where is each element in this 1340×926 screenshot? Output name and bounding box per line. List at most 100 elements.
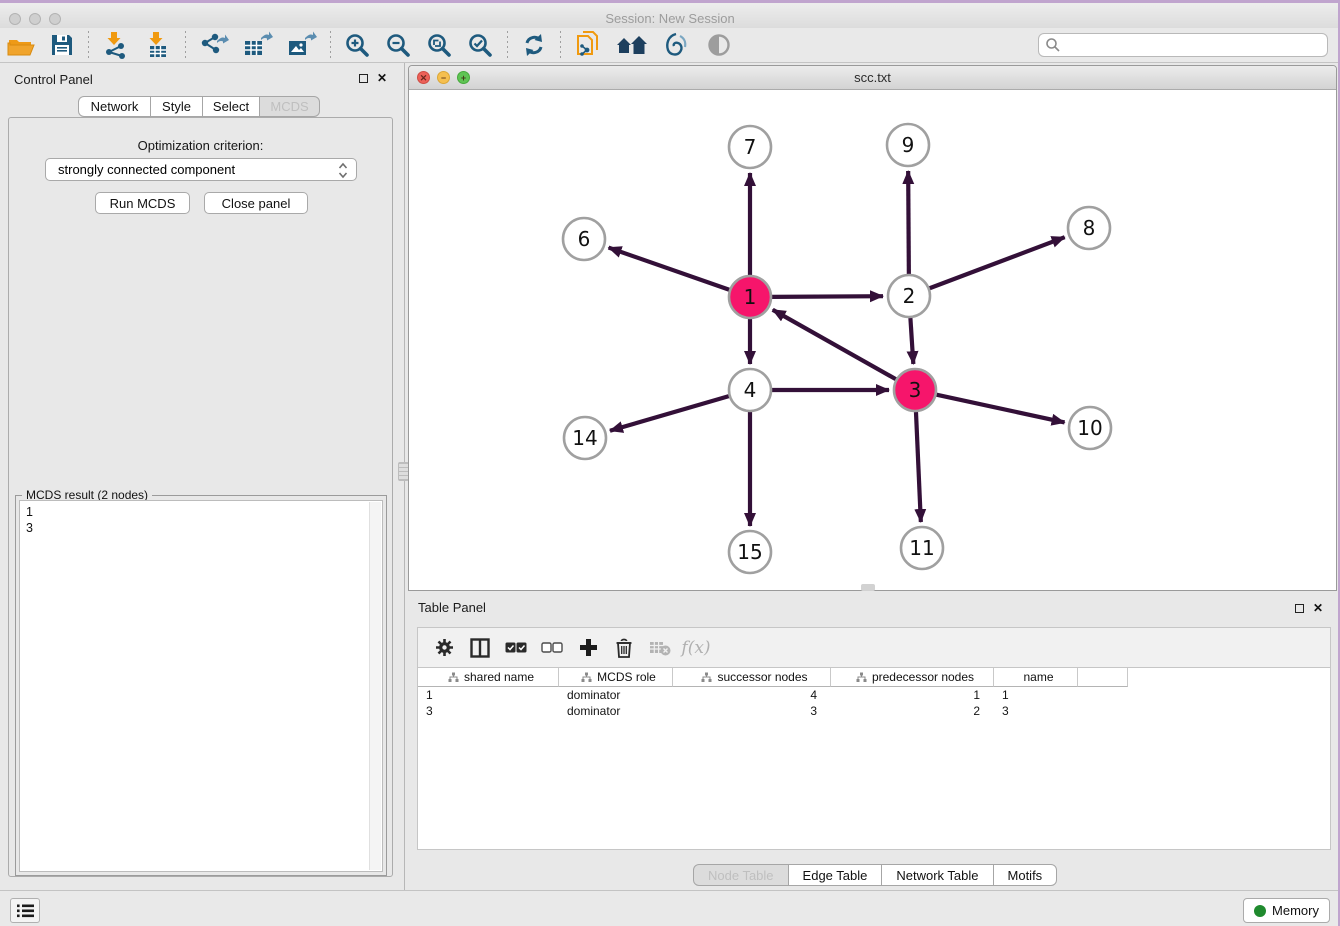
export-network-button[interactable] — [192, 30, 236, 60]
toolbar-separator — [88, 31, 89, 59]
apply-style-button[interactable] — [655, 30, 697, 60]
import-table-button[interactable] — [137, 30, 179, 60]
tab-motifs[interactable]: Motifs — [993, 864, 1058, 886]
edge-2-9[interactable] — [908, 171, 909, 274]
zoom-in-icon — [344, 32, 371, 59]
table-cell[interactable]: 1 — [418, 688, 559, 702]
tab-node-table[interactable]: Node Table — [693, 864, 789, 886]
search-input[interactable] — [1066, 38, 1321, 53]
unselect-all-button[interactable] — [536, 632, 568, 664]
float-table-panel-icon[interactable] — [1295, 604, 1304, 613]
network-window-titlebar[interactable]: ✕ − + scc.txt — [409, 66, 1336, 90]
node-label-7: 7 — [744, 135, 757, 159]
control-panel-tabs: Network Style Select MCDS — [78, 96, 320, 117]
column-type-icon — [856, 672, 867, 683]
table-row[interactable]: 1dominator411 — [418, 687, 1330, 703]
tab-style[interactable]: Style — [150, 96, 203, 117]
delete-row-button[interactable] — [608, 632, 640, 664]
column-header-predecessor-nodes[interactable]: predecessor nodes — [831, 668, 994, 687]
zoom-out-button[interactable] — [378, 30, 419, 60]
clone-network-icon — [574, 30, 602, 60]
tab-network-table[interactable]: Network Table — [881, 864, 993, 886]
export-image-button[interactable] — [280, 30, 324, 60]
show-hide-graphics-button[interactable] — [697, 30, 741, 60]
tab-edge-table[interactable]: Edge Table — [788, 864, 883, 886]
table-cell[interactable]: 1 — [994, 688, 1078, 702]
refresh-icon — [521, 32, 547, 58]
function-builder-button[interactable]: f(x) — [680, 632, 712, 664]
export-table-button[interactable] — [236, 30, 280, 60]
column-type-icon — [581, 672, 592, 683]
clone-network-button[interactable] — [567, 30, 609, 60]
zoom-selected-icon — [467, 32, 494, 59]
zoom-out-icon — [385, 32, 412, 59]
tab-select[interactable]: Select — [202, 96, 260, 117]
table-options-button[interactable] — [428, 632, 460, 664]
node-label-14: 14 — [572, 426, 597, 450]
home-button[interactable] — [609, 30, 655, 60]
import-table-icon — [144, 31, 172, 59]
table-cell[interactable]: dominator — [559, 688, 673, 702]
toolbar-separator — [330, 31, 331, 59]
tab-network[interactable]: Network — [78, 96, 151, 117]
table-row[interactable]: 3dominator323 — [418, 703, 1330, 719]
edge-3-1[interactable] — [773, 310, 896, 379]
table-cell[interactable]: 1 — [831, 688, 994, 702]
node-label-15: 15 — [737, 540, 762, 564]
edge-2-8[interactable] — [930, 237, 1065, 288]
table-cell[interactable]: dominator — [559, 704, 673, 718]
close-panel-button[interactable]: Close panel — [204, 192, 308, 214]
open-session-button[interactable] — [0, 30, 42, 60]
float-panel-icon[interactable] — [359, 74, 368, 83]
table-cell[interactable]: 4 — [673, 688, 831, 702]
column-header-MCDS-role[interactable]: MCDS role — [559, 668, 673, 687]
column-header-shared-name[interactable]: shared name — [418, 668, 559, 687]
tab-mcds[interactable]: MCDS — [259, 96, 320, 117]
zoom-fit-button[interactable] — [419, 30, 460, 60]
node-label-2: 2 — [903, 284, 916, 308]
mcds-result-list[interactable]: 1 3 — [19, 500, 383, 872]
edge-2-3[interactable] — [910, 318, 913, 364]
edge-4-14[interactable] — [610, 396, 729, 431]
edge-3-10[interactable] — [936, 395, 1064, 423]
run-mcds-button[interactable]: Run MCDS — [95, 192, 190, 214]
task-history-button[interactable] — [10, 898, 40, 923]
style-brush-icon — [662, 32, 690, 58]
edge-1-6[interactable] — [609, 248, 730, 290]
table-cell[interactable]: 3 — [418, 704, 559, 718]
zoom-in-button[interactable] — [337, 30, 378, 60]
search-icon — [1045, 37, 1061, 53]
fx-icon: f(x) — [681, 638, 710, 658]
add-row-button[interactable] — [572, 632, 604, 664]
close-panel-icon[interactable]: ✕ — [377, 71, 387, 85]
node-label-1: 1 — [744, 285, 757, 309]
edge-1-2[interactable] — [772, 296, 883, 297]
canvas-grip[interactable] — [861, 584, 875, 591]
main-toolbar — [0, 28, 1340, 63]
table-cell[interactable]: 3 — [673, 704, 831, 718]
import-network-icon — [102, 31, 130, 59]
save-session-button[interactable] — [42, 30, 82, 60]
delete-table-button[interactable] — [644, 632, 676, 664]
select-all-button[interactable] — [500, 632, 532, 664]
open-folder-icon — [7, 32, 35, 58]
column-header-successor-nodes[interactable]: successor nodes — [673, 668, 831, 687]
scrollbar-track[interactable] — [369, 502, 381, 870]
toolbar-separator — [560, 31, 561, 59]
refresh-button[interactable] — [514, 30, 554, 60]
table-cell[interactable]: 3 — [994, 704, 1078, 718]
close-table-panel-icon[interactable]: ✕ — [1313, 601, 1323, 615]
network-window-title: scc.txt — [409, 70, 1336, 85]
columns-icon — [470, 638, 490, 658]
table-cell[interactable]: 2 — [831, 704, 994, 718]
search-field[interactable] — [1038, 33, 1328, 57]
network-graph-canvas[interactable]: 7968124314101511 — [409, 90, 1336, 590]
show-columns-button[interactable] — [464, 632, 496, 664]
optimization-criterion-select[interactable]: strongly connected component — [45, 158, 357, 181]
column-header-name[interactable]: name — [994, 668, 1078, 687]
import-network-button[interactable] — [95, 30, 137, 60]
home-icon — [616, 33, 648, 57]
memory-button[interactable]: Memory — [1243, 898, 1330, 923]
zoom-selected-button[interactable] — [460, 30, 501, 60]
edge-3-11[interactable] — [916, 412, 921, 522]
